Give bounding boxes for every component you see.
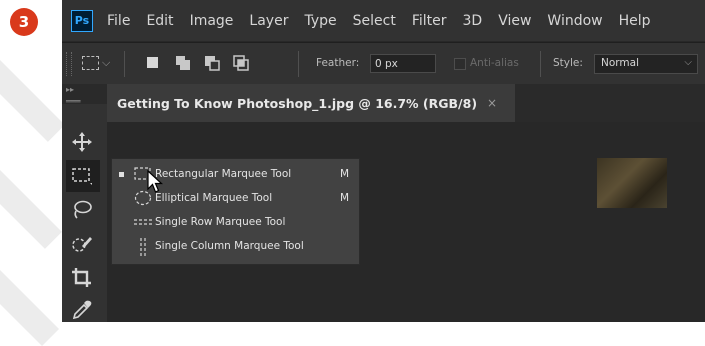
divider bbox=[298, 51, 299, 77]
crop-tool[interactable] bbox=[66, 262, 100, 294]
watermark-stripe bbox=[0, 230, 59, 346]
close-icon[interactable]: × bbox=[487, 96, 497, 110]
crop-icon bbox=[72, 268, 91, 287]
document-tab[interactable]: Getting To Know Photoshop_1.jpg @ 16.7% … bbox=[107, 84, 515, 122]
divider bbox=[124, 51, 125, 77]
anti-alias-checkbox[interactable] bbox=[454, 58, 466, 70]
options-grip[interactable] bbox=[66, 52, 72, 76]
feather-label: Feather: bbox=[316, 57, 360, 69]
style-select[interactable]: Normal ⌵ bbox=[594, 54, 698, 74]
eyedropper-tool[interactable] bbox=[66, 294, 100, 322]
tool-preset-marquee-icon[interactable] bbox=[82, 56, 99, 70]
menu-help[interactable]: Help bbox=[619, 13, 651, 29]
new-selection-icon[interactable] bbox=[144, 54, 162, 72]
step-badge: 3 bbox=[10, 8, 38, 36]
flyout-item-label: Single Row Marquee Tool bbox=[155, 216, 286, 228]
divider bbox=[540, 51, 541, 77]
add-to-selection-icon[interactable] bbox=[174, 54, 192, 72]
menu-image[interactable]: Image bbox=[190, 13, 234, 29]
photoshop-window: Ps File Edit Image Layer Type Select Fil… bbox=[62, 0, 705, 322]
menu-file[interactable]: File bbox=[107, 13, 130, 29]
lasso-icon bbox=[74, 200, 92, 219]
photoshop-logo-icon: Ps bbox=[71, 9, 93, 32]
document-tab-bar: Getting To Know Photoshop_1.jpg @ 16.7% … bbox=[107, 84, 705, 122]
menu-bar: Ps File Edit Image Layer Type Select Fil… bbox=[62, 0, 705, 41]
tools-panel-header[interactable]: ▸▸ ═══ bbox=[62, 84, 107, 106]
selected-bullet-icon bbox=[119, 172, 124, 177]
options-bar: ⌵ Feather: Anti-alias Style: Normal ⌵ bbox=[62, 42, 705, 85]
tool-preset-chevron-icon[interactable]: ⌵ bbox=[102, 56, 110, 70]
document-image-fragment bbox=[597, 158, 667, 208]
flyout-item-shortcut: M bbox=[340, 168, 350, 180]
eyedropper-icon bbox=[72, 300, 92, 320]
rectangular-marquee-icon bbox=[72, 168, 92, 185]
menu-select[interactable]: Select bbox=[353, 13, 396, 29]
move-tool[interactable] bbox=[66, 126, 100, 158]
quick-selection-tool[interactable] bbox=[66, 228, 100, 260]
anti-alias-label: Anti-alias bbox=[470, 57, 519, 69]
flyout-item-single-row-marquee[interactable]: Single Row Marquee Tool bbox=[112, 211, 359, 234]
menu-window[interactable]: Window bbox=[547, 13, 602, 29]
style-value: Normal bbox=[601, 57, 639, 69]
flyout-item-single-column-marquee[interactable]: Single Column Marquee Tool bbox=[112, 235, 359, 258]
menu-view[interactable]: View bbox=[498, 13, 531, 29]
feather-input[interactable] bbox=[370, 54, 436, 73]
mouse-cursor-icon bbox=[147, 170, 163, 193]
intersect-selection-icon[interactable] bbox=[232, 54, 250, 72]
watermark-stripe bbox=[0, 40, 65, 142]
marquee-tool[interactable] bbox=[66, 160, 100, 192]
watermark-stripe bbox=[0, 140, 62, 249]
chevron-down-icon: ⌵ bbox=[684, 57, 692, 68]
menu-edit[interactable]: Edit bbox=[146, 13, 173, 29]
quick-selection-icon bbox=[72, 237, 92, 252]
flyout-item-label: Rectangular Marquee Tool bbox=[155, 168, 292, 180]
menu-filter[interactable]: Filter bbox=[412, 13, 447, 29]
single-row-marquee-icon bbox=[134, 219, 152, 225]
menu-3d[interactable]: 3D bbox=[463, 13, 483, 29]
move-icon bbox=[72, 132, 92, 152]
flyout-item-shortcut: M bbox=[340, 192, 350, 204]
subtract-from-selection-icon[interactable] bbox=[203, 54, 221, 72]
tools-panel: ▸▸ ═══ bbox=[62, 84, 107, 322]
style-label: Style: bbox=[553, 57, 583, 69]
flyout-item-label: Elliptical Marquee Tool bbox=[155, 192, 273, 204]
flyout-item-label: Single Column Marquee Tool bbox=[155, 240, 304, 252]
menu-type[interactable]: Type bbox=[304, 13, 336, 29]
document-tab-title: Getting To Know Photoshop_1.jpg @ 16.7% … bbox=[117, 95, 478, 111]
lasso-tool[interactable] bbox=[66, 194, 100, 226]
single-column-marquee-icon bbox=[140, 238, 146, 256]
menu-layer[interactable]: Layer bbox=[249, 13, 288, 29]
